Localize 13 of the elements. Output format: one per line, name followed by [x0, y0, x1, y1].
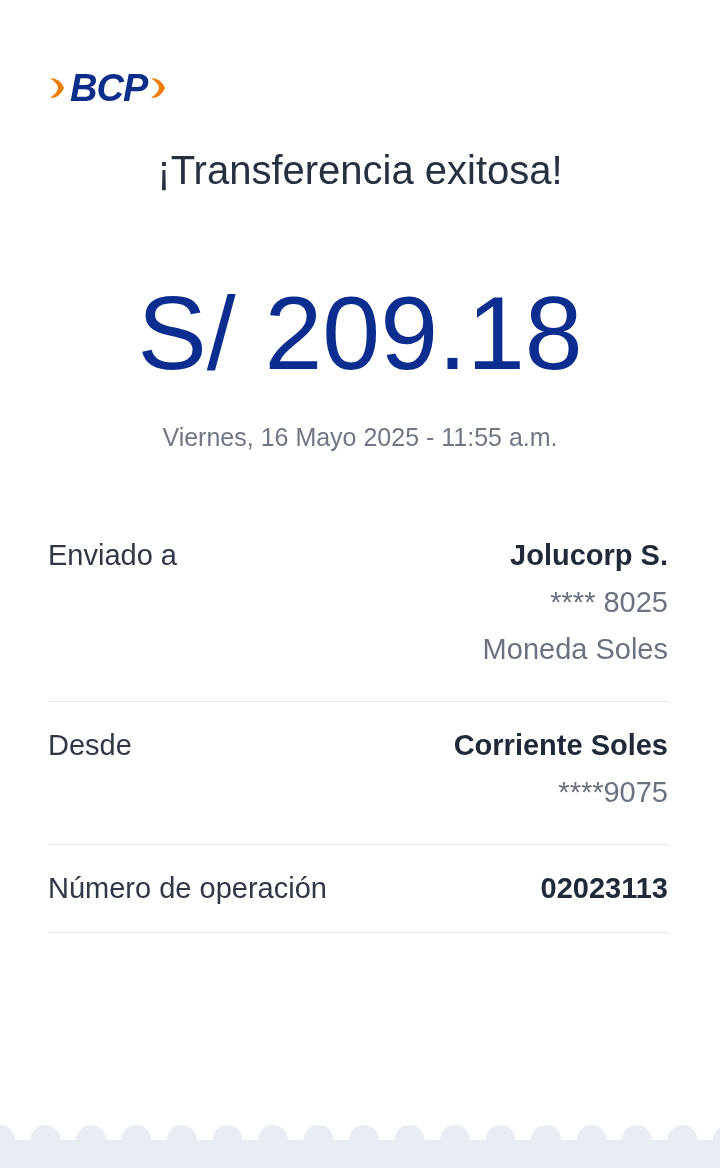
detail-value: 02023113 — [540, 871, 668, 906]
detail-value: Moneda Soles — [482, 632, 668, 667]
detail-value: Corriente Soles — [453, 728, 668, 763]
detail-label: Número de operación — [48, 871, 327, 906]
detail-value: **** 8025 — [550, 585, 668, 620]
detail-value: ****9075 — [558, 775, 668, 810]
amount: S/ 209.18 — [136, 281, 584, 385]
detail-label: Desde — [48, 728, 132, 763]
date-time: Viernes, 16 Mayo 2025 - 11:55 a.m. — [161, 423, 559, 452]
logo-text: BCP — [70, 66, 148, 110]
detail-label: Enviado a — [48, 538, 177, 573]
detail-value: Jolucorp S. — [510, 538, 668, 573]
success-title: ¡Transferencia exitosa! — [156, 148, 564, 193]
